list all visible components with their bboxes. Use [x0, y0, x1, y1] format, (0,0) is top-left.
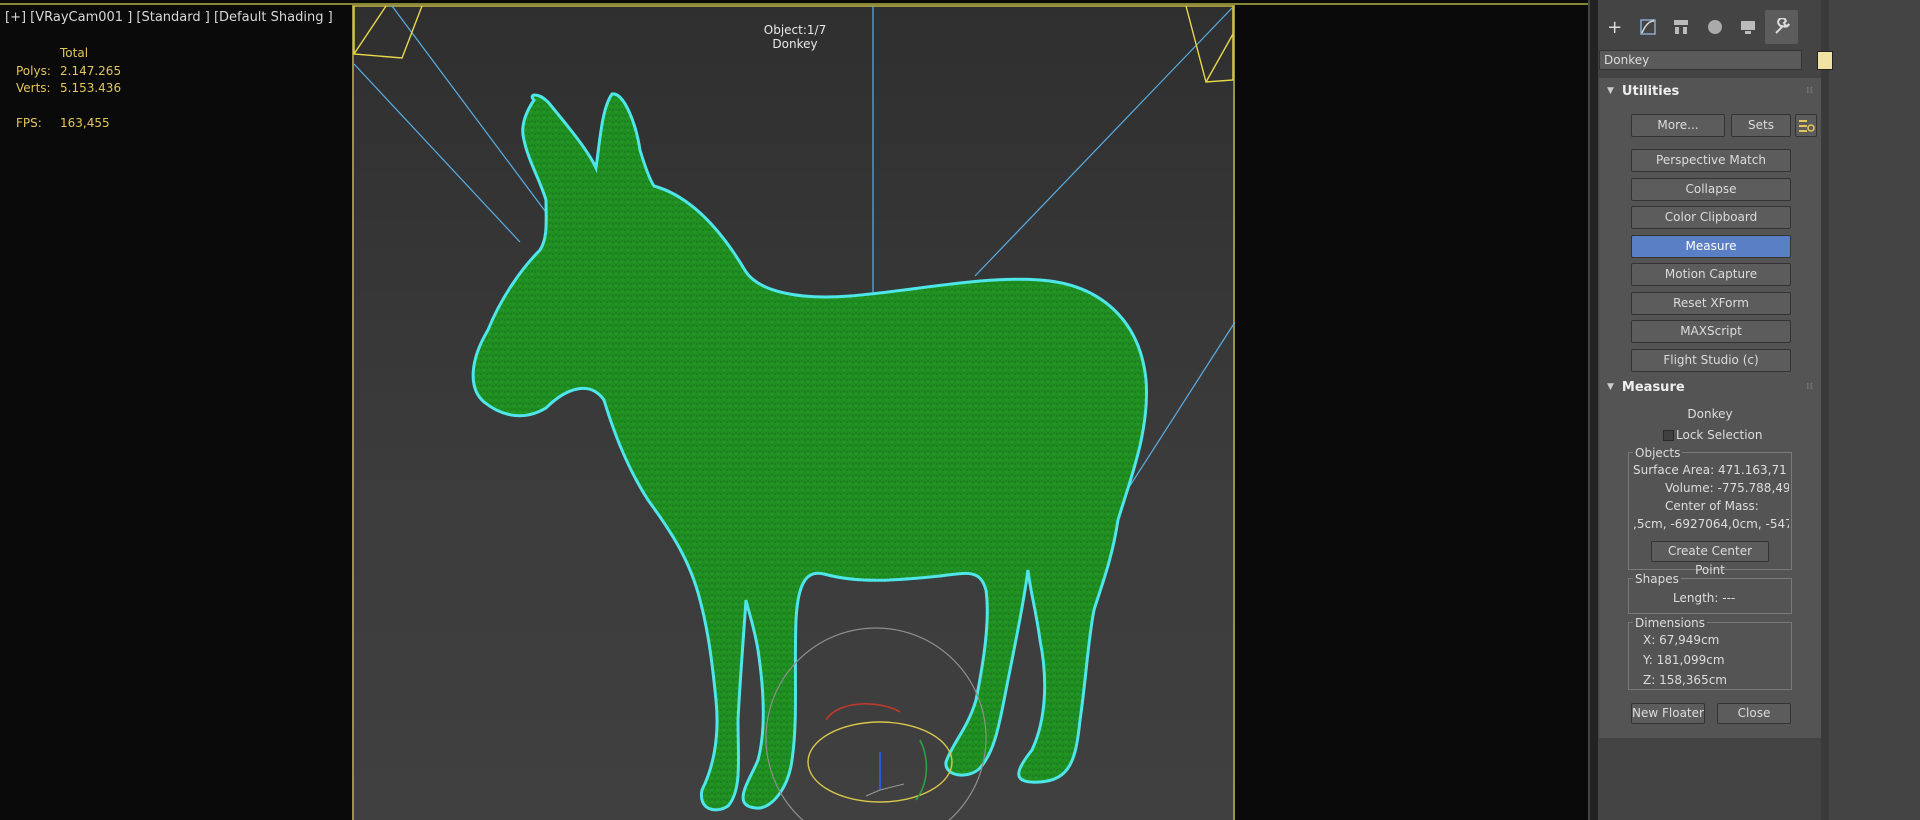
stats-polys-row: Polys: 2.147.265	[16, 63, 121, 81]
display-monitor-icon[interactable]	[1731, 10, 1764, 44]
fps-value: 163,455	[60, 115, 110, 130]
fps-label: FPS:	[16, 115, 42, 130]
measure-title: Measure	[1621, 379, 1685, 395]
objects-group-title: Objects	[1633, 446, 1683, 460]
sets-button[interactable]: Sets	[1731, 114, 1791, 137]
object-count: Object:1/7	[763, 23, 827, 37]
verts-label: Verts:	[16, 81, 51, 95]
object-caption: Object:1/7 Donkey	[744, 23, 846, 51]
utility-button-reset-xform[interactable]: Reset XForm	[1631, 291, 1791, 315]
collapse-triangle-icon: ▼	[1607, 86, 1614, 96]
stats-spacer	[16, 98, 121, 115]
dimensions-group-title: Dimensions	[1633, 616, 1708, 630]
dimension-z-readout: Z: 158,365cm	[1643, 673, 1727, 687]
stats-verts-row: Verts: 5.153.436	[16, 80, 121, 98]
utilities-rollout-header[interactable]: ▼ Utilities ⁞⁞	[1599, 78, 1821, 104]
hierarchy-icon[interactable]	[1665, 10, 1698, 44]
center-of-mass-label: Center of Mass:	[1665, 499, 1759, 513]
object-name-field[interactable]	[1599, 50, 1802, 70]
panel-scroll-gap	[1821, 0, 1829, 820]
wrench-icon[interactable]	[1764, 10, 1798, 44]
transform-gizmo	[765, 627, 987, 820]
center-of-mass-value: ,5cm, -6927064,0cm, -54793	[1633, 517, 1789, 531]
utility-button-measure[interactable]: Measure	[1631, 234, 1791, 258]
utility-button-perspective-match[interactable]: Perspective Match	[1631, 149, 1791, 172]
collapse-triangle-icon: ▼	[1607, 382, 1614, 392]
objects-group: Objects Surface Area: 471.163,71 s( Volu…	[1628, 446, 1792, 577]
utility-button-motion-capture[interactable]: Motion Capture	[1631, 263, 1791, 286]
utilities-rollout: ▼ Utilities ⁞⁞ More... Sets Perspective …	[1599, 78, 1821, 374]
measure-object-name: Donkey	[1687, 407, 1733, 421]
panel-scrollbar-area[interactable]	[1829, 0, 1920, 820]
utility-button-maxscript[interactable]: MAXScript	[1631, 320, 1791, 343]
lock-selection-checkbox[interactable]	[1663, 430, 1674, 441]
measure-rollout: ▼ Measure ⁞⁞ Donkey Lock Selection Objec…	[1599, 374, 1821, 738]
donkey-model	[471, 92, 1149, 812]
verts-value: 5.153.436	[60, 81, 122, 95]
dimensions-group: Dimensions X: 67,949cm Y: 181,099cm Z: 1…	[1628, 616, 1792, 690]
motion-sphere-icon[interactable]	[1698, 10, 1731, 44]
shapes-group: Shapes Length: ---	[1628, 572, 1792, 614]
lock-selection-label: Lock Selection	[1676, 428, 1763, 442]
length-readout: Length: ---	[1673, 591, 1736, 605]
panel-divider[interactable]	[1590, 0, 1598, 820]
plus-icon[interactable]: +	[1598, 10, 1631, 44]
surface-area-readout: Surface Area: 471.163,71 s(	[1633, 463, 1789, 477]
object-caption-name: Donkey	[772, 37, 818, 51]
more-button[interactable]: More...	[1631, 114, 1725, 137]
scene-canvas[interactable]	[0, 0, 1588, 820]
rollout-grip-icon: ⁞⁞	[1806, 86, 1813, 96]
polys-label: Polys:	[16, 63, 51, 78]
viewport-statistics: Total Polys: 2.147.265 Verts: 5.153.436 FP…	[16, 45, 121, 132]
utilities-title: Utilities	[1621, 83, 1680, 99]
measure-rollout-header[interactable]: ▼ Measure ⁞⁞	[1599, 374, 1821, 400]
shapes-group-title: Shapes	[1633, 572, 1681, 586]
configure-sets-icon[interactable]	[1795, 114, 1817, 137]
curve-modify-icon[interactable]	[1631, 10, 1664, 44]
object-color-swatch[interactable]	[1817, 51, 1833, 70]
dimension-x-readout: X: 67,949cm	[1643, 633, 1720, 647]
command-panel-tabs: +	[1598, 10, 1798, 44]
stats-header-row: Total	[16, 45, 121, 63]
utility-button-collapse[interactable]: Collapse	[1631, 177, 1791, 201]
stats-total-header: Total	[60, 46, 89, 60]
new-floater-button[interactable]: New Floater	[1631, 703, 1705, 724]
polys-value: 2.147.265	[60, 63, 122, 78]
dimension-y-readout: Y: 181,099cm	[1643, 653, 1725, 667]
utility-button-color-clipboard[interactable]: Color Clipboard	[1631, 206, 1791, 229]
close-button[interactable]: Close	[1717, 703, 1791, 724]
utility-button-flight-studio-c[interactable]: Flight Studio (c)	[1631, 348, 1791, 372]
create-center-point-button[interactable]: Create Center Point	[1651, 541, 1769, 577]
volume-readout: Volume: -775.788,49*	[1665, 481, 1789, 495]
rollout-grip-icon: ⁞⁞	[1806, 382, 1813, 392]
viewport-label[interactable]: [+] [VRayCam001 ] [Standard ] [Default S…	[5, 10, 333, 25]
stats-fps-row: FPS: 163,455	[16, 115, 121, 133]
viewport[interactable]: [+] [VRayCam001 ] [Standard ] [Default S…	[0, 0, 1588, 820]
